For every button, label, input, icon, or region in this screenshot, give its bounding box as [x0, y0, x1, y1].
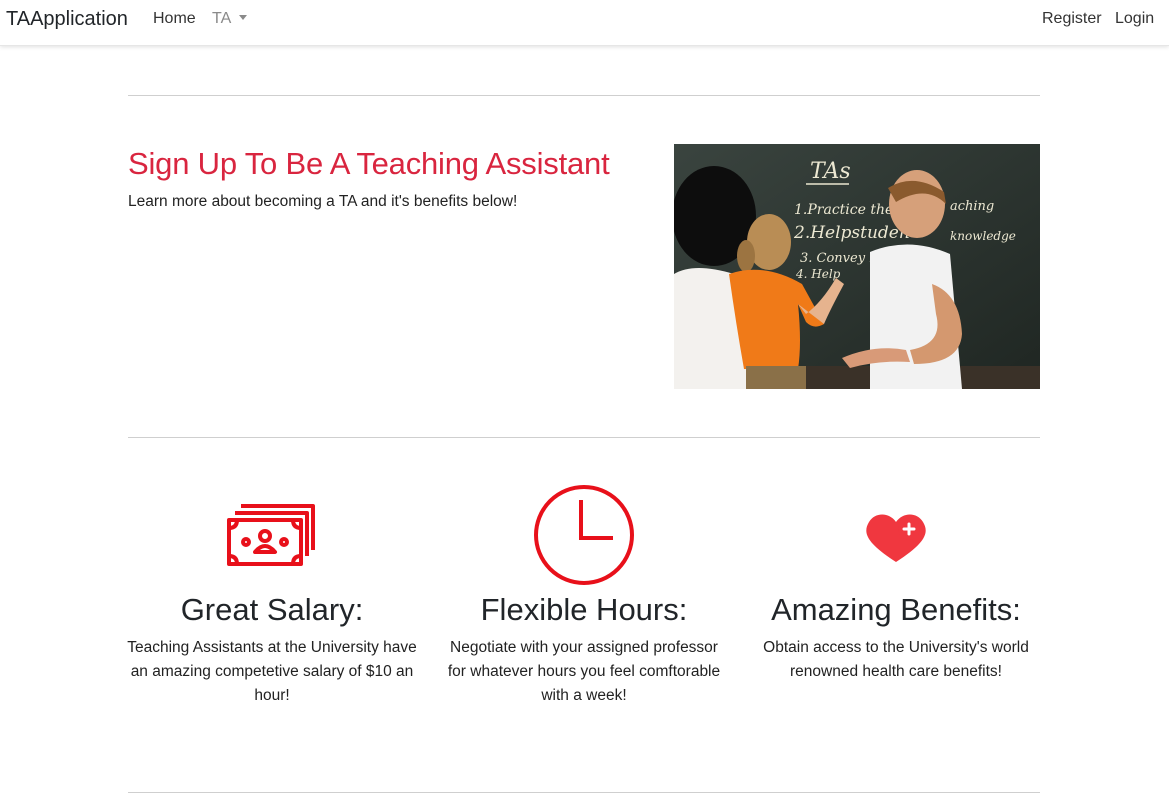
- brand-link[interactable]: TAApplication: [6, 8, 128, 31]
- hero-photo: TAs 1.Practice the s aching 2.Helpstuden…: [674, 144, 1040, 389]
- feature-salary: Great Salary: Teaching Assistants at the…: [122, 480, 422, 708]
- caret-down-icon: [239, 15, 248, 20]
- feature-title: Flexible Hours:: [480, 592, 688, 627]
- nav-dropdown-ta-label: TA: [212, 10, 232, 27]
- nav-link-register[interactable]: Register: [1042, 10, 1102, 28]
- hero-subtitle: Learn more about becoming a TA and it's …: [128, 193, 518, 210]
- nav-dropdown-ta[interactable]: TA: [212, 10, 248, 28]
- feature-benefits: Amazing Benefits: Obtain access to the U…: [746, 480, 1046, 684]
- money-icon: [122, 480, 422, 590]
- chalk-heading: TAs: [810, 159, 851, 184]
- chalk-line-4: 4. Help: [795, 267, 841, 281]
- chalk-line-1: 1.Practice the s: [794, 202, 905, 218]
- feature-text: Negotiate with your assigned professor f…: [447, 639, 721, 704]
- chalk-line-1b: aching: [950, 199, 994, 214]
- divider: [128, 95, 1040, 96]
- chalk-line-2b: knowledge: [950, 229, 1016, 243]
- feature-text: Obtain access to the University's world …: [763, 639, 1029, 680]
- chalk-line-2: 2.Helpstuden: [793, 223, 910, 243]
- hero-title: Sign Up To Be A Teaching Assistant: [128, 146, 610, 181]
- heart-plus-icon: [746, 480, 1046, 590]
- feature-title: Amazing Benefits:: [771, 592, 1021, 627]
- feature-title: Great Salary:: [180, 592, 364, 627]
- nav-link-home[interactable]: Home: [153, 10, 196, 28]
- feature-hours: Flexible Hours: Negotiate with your assi…: [434, 480, 734, 708]
- classroom-photo: TAs 1.Practice the s aching 2.Helpstuden…: [674, 144, 1040, 389]
- divider: [128, 437, 1040, 438]
- clock-icon: [434, 480, 734, 590]
- divider: [128, 792, 1040, 793]
- nav-link-login[interactable]: Login: [1115, 10, 1154, 28]
- feature-text: Teaching Assistants at the University ha…: [127, 639, 417, 704]
- navbar: TAApplication Home TA Register Login: [0, 0, 1169, 46]
